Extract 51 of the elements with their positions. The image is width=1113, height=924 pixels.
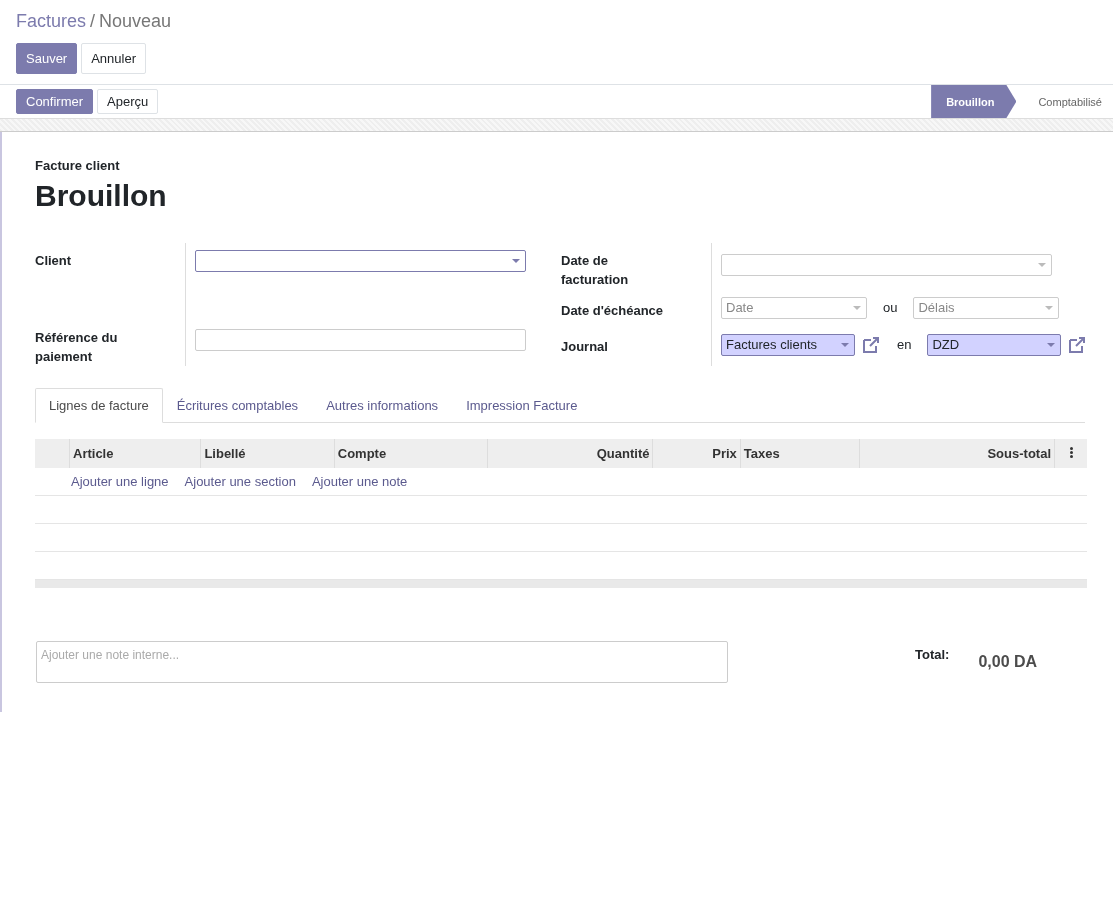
column-options-icon[interactable]: [1069, 447, 1073, 458]
breadcrumb-current: Nouveau: [99, 10, 172, 32]
dropdown-field[interactable]: DZD: [927, 333, 1062, 356]
caret-icon[interactable]: [853, 306, 861, 311]
action-button[interactable]: Sauver: [16, 43, 78, 74]
tab[interactable]: Lignes de facture: [35, 388, 163, 423]
field-label: Date de facturation: [561, 252, 630, 289]
column-header[interactable]: Sous-total: [859, 439, 1055, 468]
breadcrumb-separator: /: [90, 10, 96, 32]
field-label: Client: [35, 252, 73, 270]
input-field[interactable]: [195, 329, 526, 351]
action-button[interactable]: Confirmer: [16, 89, 94, 114]
connector-text: ou: [882, 300, 899, 316]
status-step[interactable]: Brouillon: [931, 85, 1017, 118]
column-header[interactable]: Compte: [334, 439, 488, 468]
add-link[interactable]: Ajouter une note: [311, 474, 408, 489]
field-label: Date d'échéance: [561, 301, 665, 320]
action-button[interactable]: Annuler: [81, 43, 146, 74]
status-step[interactable]: Comptabilisé: [1016, 85, 1113, 118]
dropdown-field[interactable]: Date: [721, 297, 867, 319]
total-value: 0,00 DA: [978, 653, 1038, 671]
tab[interactable]: Autres informations: [312, 388, 453, 423]
caret-icon[interactable]: [1038, 262, 1046, 268]
breadcrumb-link[interactable]: Factures: [16, 10, 87, 32]
action-button[interactable]: Aperçu: [97, 89, 159, 114]
column-header[interactable]: Taxes: [740, 439, 860, 468]
add-link[interactable]: Ajouter une section: [184, 474, 296, 489]
caret-icon[interactable]: [1047, 342, 1056, 348]
column-header[interactable]: Libellé: [200, 439, 335, 468]
tab[interactable]: Impression Facture: [452, 388, 592, 423]
dropdown-field[interactable]: [195, 250, 526, 272]
column-header[interactable]: Prix: [652, 439, 741, 468]
caret-icon[interactable]: [512, 259, 520, 264]
note-field[interactable]: Ajouter une note interne...: [36, 641, 728, 683]
caret-icon[interactable]: [841, 342, 849, 348]
document-title: Brouillon: [35, 179, 168, 213]
dropdown-field[interactable]: Factures clients: [721, 333, 855, 356]
connector-text: en: [896, 337, 913, 353]
column-header[interactable]: Quantité: [487, 439, 653, 468]
dropdown-field[interactable]: [721, 253, 1052, 276]
field-label: Référence du paiement: [35, 329, 119, 366]
caret-icon[interactable]: [1045, 306, 1054, 311]
column-header[interactable]: Article: [69, 439, 201, 468]
external-link-icon[interactable]: [1067, 335, 1088, 354]
external-link-icon[interactable]: [861, 335, 881, 354]
dropdown-field[interactable]: Délais: [913, 297, 1060, 319]
total-label: Total:: [915, 647, 950, 662]
tab[interactable]: Écritures comptables: [162, 388, 313, 423]
add-link[interactable]: Ajouter une ligne: [71, 474, 169, 489]
document-type: Facture client: [35, 158, 121, 173]
field-label: Journal: [561, 338, 609, 357]
